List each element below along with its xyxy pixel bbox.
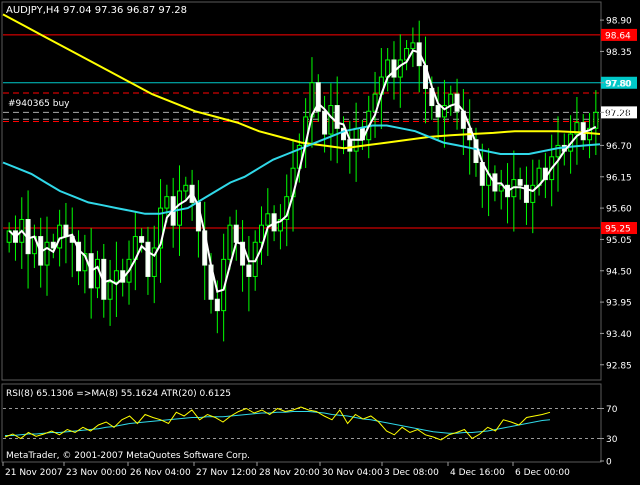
price-tick-label-4: 96.70 bbox=[606, 142, 632, 152]
time-label-4: 28 Nov 20:00 bbox=[259, 468, 320, 478]
candle-body-52 bbox=[334, 105, 340, 129]
candle-body-14 bbox=[94, 258, 100, 289]
candle-body-41 bbox=[265, 213, 271, 226]
candle-body-81 bbox=[517, 179, 523, 186]
candle-body-17 bbox=[113, 270, 119, 283]
price-tick-label-10: 93.40 bbox=[606, 330, 632, 340]
time-label-5: 30 Nov 04:00 bbox=[322, 468, 383, 478]
price-tick-label-9: 93.95 bbox=[606, 299, 632, 309]
time-label-1: 23 Nov 00:00 bbox=[66, 468, 127, 478]
candle-body-8 bbox=[57, 224, 63, 249]
price-tick-label-2: 97.80 bbox=[606, 79, 632, 89]
rsi-header: RSI(8) 65.1306 =>MA(8) 55.1624 ATR(20) 0… bbox=[6, 389, 231, 399]
order-label: #940365 buy bbox=[8, 99, 70, 109]
time-label-3: 27 Nov 12:00 bbox=[196, 468, 257, 478]
time-label-8: 6 Dec 00:00 bbox=[515, 468, 570, 478]
time-label-0: 21 Nov 2007 bbox=[5, 468, 63, 478]
time-axis: 21 Nov 2007 23 Nov 00:00 26 Nov 04:00 27 No… bbox=[2, 462, 570, 478]
price-line-label-2: 95.25 bbox=[605, 225, 631, 235]
chart-window[interactable]: 98.64 97.80 95.25 97.28 98.90 98.35 97.80 97.2… bbox=[0, 0, 640, 480]
candle-body-51 bbox=[328, 105, 334, 135]
price-tick-label-8: 94.50 bbox=[606, 267, 632, 277]
candle-body-93 bbox=[593, 111, 599, 129]
candle-body-33 bbox=[214, 298, 220, 312]
candle-body-6 bbox=[44, 241, 50, 266]
candle-body-61 bbox=[391, 59, 397, 78]
rsi-tick-label-1: 30 bbox=[606, 435, 618, 445]
candle-body-21 bbox=[139, 236, 145, 243]
time-label-2: 26 Nov 04:00 bbox=[130, 468, 191, 478]
candle-body-40 bbox=[258, 224, 264, 243]
candle-body-16 bbox=[107, 281, 113, 300]
rsi-tick-label-2: 0 bbox=[606, 458, 612, 468]
price-line-label-0: 98.64 bbox=[605, 31, 631, 41]
candle-body-27 bbox=[176, 190, 182, 226]
price-axis: 98.90 98.35 97.80 97.28 96.70 96.15 95.60 95.05… bbox=[600, 17, 632, 371]
candle-body-83 bbox=[530, 184, 536, 203]
price-chart[interactable]: 98.64 97.80 95.25 97.28 98.90 98.35 97.80 97.2… bbox=[0, 0, 640, 480]
price-tick-label-7: 95.05 bbox=[606, 236, 632, 246]
candle-body-36 bbox=[233, 224, 239, 243]
price-tick-label-0: 98.90 bbox=[606, 17, 632, 27]
candle-body-64 bbox=[410, 42, 416, 50]
price-tick-label-6: 95.60 bbox=[606, 205, 632, 215]
candle-body-68 bbox=[435, 105, 441, 118]
candle-body-25 bbox=[164, 196, 170, 209]
candle-body-60 bbox=[385, 59, 391, 78]
candle-body-70 bbox=[448, 93, 454, 107]
copyright-text: MetaTrader, © 2001-2007 MetaQuotes Softw… bbox=[6, 451, 250, 461]
chart-header: AUDJPY,H4 97.04 97.36 96.87 97.28 bbox=[6, 5, 187, 16]
time-label-7: 4 Dec 16:00 bbox=[450, 468, 505, 478]
candle-body-54 bbox=[347, 139, 353, 152]
price-tick-label-3: 97.28 bbox=[606, 109, 632, 119]
candle-body-62 bbox=[397, 59, 403, 78]
candle-body-50 bbox=[322, 110, 328, 135]
price-tick-label-5: 96.15 bbox=[606, 173, 632, 183]
price-tick-label-1: 98.35 bbox=[606, 48, 632, 58]
time-label-6: 3 Dec 08:00 bbox=[384, 468, 439, 478]
rsi-tick-label-0: 70 bbox=[606, 405, 618, 415]
candle-body-38 bbox=[246, 264, 252, 277]
main-panel-frame bbox=[1, 1, 602, 381]
candle-body-35 bbox=[227, 224, 233, 260]
candle-body-22 bbox=[145, 241, 151, 277]
candle-body-28 bbox=[183, 184, 189, 192]
candle-body-9 bbox=[63, 224, 69, 238]
price-tick-label-11: 92.85 bbox=[606, 361, 632, 371]
